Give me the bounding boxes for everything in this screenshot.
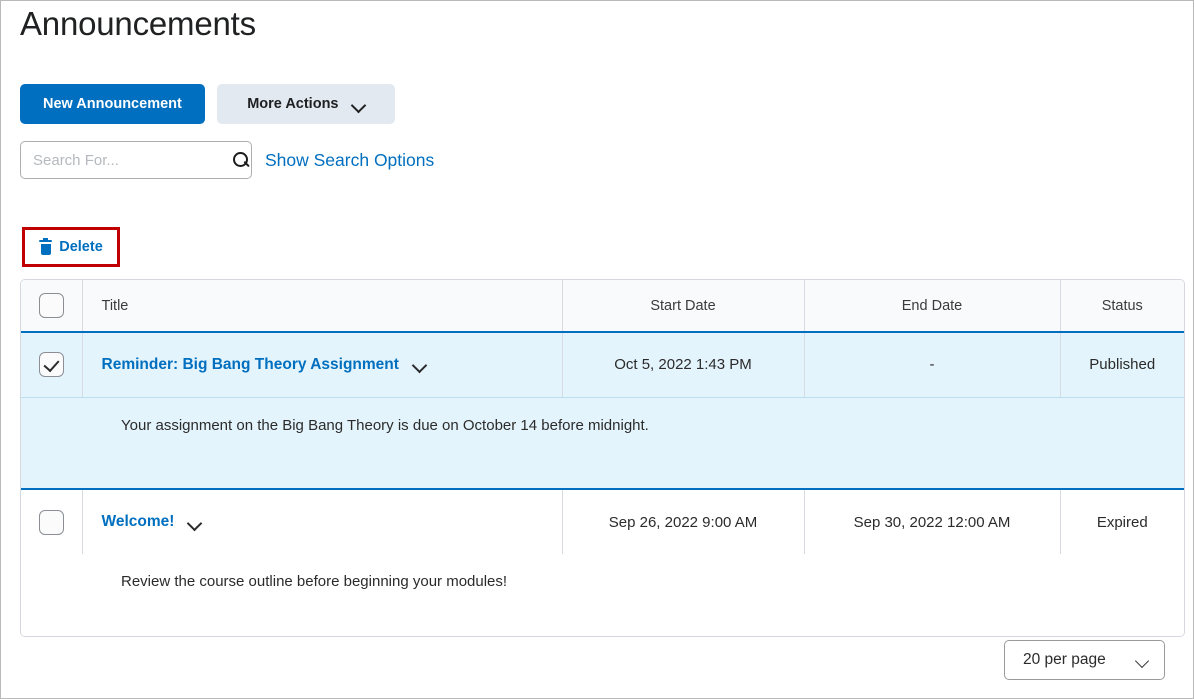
row-title-cell: Reminder: Big Bang Theory Assignment xyxy=(82,331,563,398)
select-all-checkbox[interactable] xyxy=(38,293,64,318)
new-announcement-button[interactable]: New Announcement xyxy=(20,84,205,124)
row-checkbox[interactable] xyxy=(38,352,64,378)
chevron-down-icon[interactable] xyxy=(188,518,202,527)
table-row[interactable]: Reminder: Big Bang Theory Assignment Oct… xyxy=(21,331,1184,398)
search-box[interactable] xyxy=(20,141,252,179)
announcements-table: Title Start Date End Date Status Reminde… xyxy=(20,279,1185,637)
row-start-date: Sep 26, 2022 9:00 AM xyxy=(562,488,805,554)
select-all-header xyxy=(21,280,83,333)
trash-icon xyxy=(39,237,53,255)
delete-button[interactable]: Delete xyxy=(22,227,120,267)
announcements-page: Announcements New Announcement More Acti… xyxy=(0,0,1194,699)
table-header-row: Title Start Date End Date Status xyxy=(21,280,1184,333)
announcement-body: Your assignment on the Big Bang Theory i… xyxy=(21,397,1184,490)
row-title-cell: Welcome! xyxy=(82,488,563,554)
row-start-date: Oct 5, 2022 1:43 PM xyxy=(562,331,805,398)
announcement-title-link[interactable]: Welcome! xyxy=(102,513,175,531)
chevron-down-icon xyxy=(352,100,365,108)
toolbar: New Announcement More Actions xyxy=(20,84,395,124)
search-row: Show Search Options xyxy=(20,141,434,179)
per-page-label: 20 per page xyxy=(1023,651,1106,668)
search-icon[interactable] xyxy=(232,151,251,170)
row-end-date: Sep 30, 2022 12:00 AM xyxy=(804,488,1061,554)
table-row-body: Your assignment on the Big Bang Theory i… xyxy=(21,397,1184,490)
column-header-start-date[interactable]: Start Date xyxy=(562,280,805,333)
row-checkbox-cell xyxy=(21,488,83,554)
column-header-status[interactable]: Status xyxy=(1060,280,1184,333)
column-header-title[interactable]: Title xyxy=(82,280,563,333)
row-end-date: - xyxy=(804,331,1061,398)
column-header-end-date[interactable]: End Date xyxy=(804,280,1061,333)
announcement-body: Review the course outline before beginni… xyxy=(21,554,1184,636)
per-page-select[interactable]: 20 per page xyxy=(1004,640,1165,680)
page-title: Announcements xyxy=(20,5,256,42)
show-search-options-link[interactable]: Show Search Options xyxy=(265,150,434,171)
row-checkbox[interactable] xyxy=(38,509,64,535)
more-actions-label: More Actions xyxy=(247,96,339,112)
announcement-title-link[interactable]: Reminder: Big Bang Theory Assignment xyxy=(102,356,399,374)
new-announcement-label: New Announcement xyxy=(43,96,182,112)
search-input[interactable] xyxy=(33,151,232,169)
chevron-down-icon xyxy=(1136,656,1149,664)
table-row-body: Review the course outline before beginni… xyxy=(21,554,1184,636)
table-row[interactable]: Welcome! Sep 26, 2022 9:00 AM Sep 30, 20… xyxy=(21,488,1184,554)
chevron-down-icon[interactable] xyxy=(413,360,427,369)
status-badge: Expired xyxy=(1060,488,1184,554)
status-badge: Published xyxy=(1060,331,1184,398)
row-checkbox-cell xyxy=(21,331,83,398)
more-actions-button[interactable]: More Actions xyxy=(216,84,395,124)
delete-label: Delete xyxy=(59,239,103,255)
